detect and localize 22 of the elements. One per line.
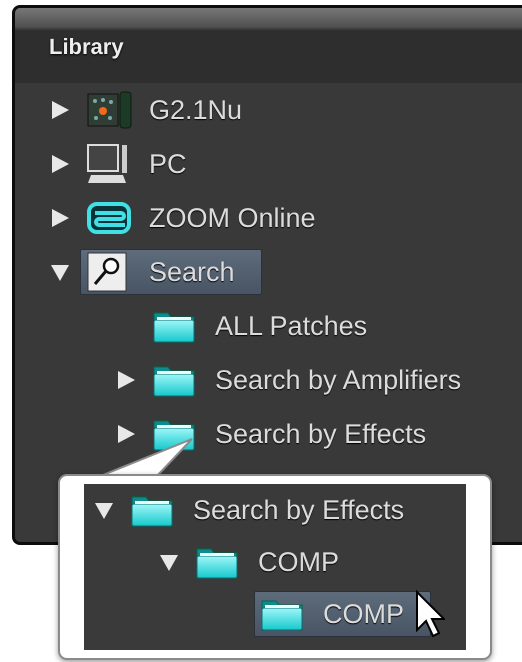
tree-item[interactable]: Search by Effects [124,487,432,533]
collapsed-arrow-icon[interactable] [50,100,70,120]
collapsed-arrow-icon[interactable] [50,154,70,174]
search-icon [87,252,127,292]
tree-item[interactable]: Search by Amplifiers [146,357,488,403]
logo-icon [87,202,131,234]
tree-item[interactable]: ALL Patches [146,303,394,349]
device-icon [87,91,133,129]
expanded-arrow-icon[interactable] [94,500,114,520]
expanded-arrow-icon[interactable] [50,262,70,282]
panel-title: Library [49,34,124,59]
collapsed-arrow-icon[interactable] [116,370,136,390]
tree-item[interactable]: COMP [189,539,366,585]
tree-item[interactable]: COMP [254,591,431,637]
tree-item[interactable]: G2.1Nu [80,87,270,133]
expanded-arrow-icon[interactable] [159,552,179,572]
tree-item[interactable]: Search [80,249,262,295]
tree-item[interactable]: ZOOM Online [80,195,343,241]
mouse-pointer-icon [415,590,445,638]
tree-item[interactable]: PC [80,141,214,187]
collapsed-arrow-icon[interactable] [50,208,70,228]
collapsed-arrow-icon[interactable] [116,424,136,444]
